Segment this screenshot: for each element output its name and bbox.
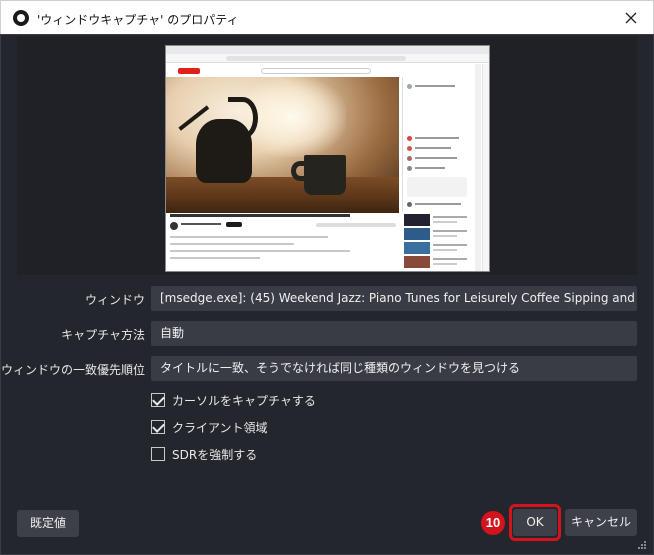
ok-button[interactable]: OK [513, 509, 557, 536]
preview-scrollbar [475, 64, 481, 271]
obs-logo-icon [13, 10, 29, 26]
preview-video-title [170, 214, 350, 217]
preview-url-field [226, 56, 406, 61]
preview-browser-sidebar [482, 64, 489, 271]
preview-action-bar [316, 223, 396, 227]
title-bar: 'ウィンドウキャプチャ' のプロパティ [0, 0, 654, 34]
preview-recommendations [402, 214, 472, 271]
step-number-badge: 10 [481, 511, 505, 535]
close-icon [625, 12, 637, 24]
preview-search-box [261, 68, 371, 74]
client-area-label: クライアント領域 [172, 420, 268, 435]
preview-panel [17, 37, 637, 275]
window-select[interactable]: [msedge.exe]: (45) Weekend Jazz: Piano T… [151, 286, 637, 311]
force-sdr-checkbox[interactable] [151, 447, 165, 461]
capture-preview [165, 45, 490, 272]
window-match-label: ウィンドウの一致優先順位 [0, 363, 145, 377]
client-area-checkbox[interactable] [151, 420, 165, 434]
close-button[interactable] [619, 6, 643, 30]
preview-youtube-logo [178, 68, 200, 74]
preview-channel-avatar [170, 222, 178, 230]
preview-channel-name [181, 223, 221, 225]
preview-kettle-handle [228, 97, 258, 139]
window-match-select[interactable]: タイトルに一致、そうでなければ同じ種類のウィンドウを見つける [151, 356, 637, 381]
preview-browser-tabs [166, 46, 489, 54]
defaults-button[interactable]: 既定値 [17, 510, 79, 537]
properties-dialog: ウィンドウ [msedge.exe]: (45) Weekend Jazz: P… [0, 34, 654, 555]
window-title: 'ウィンドウキャプチャ' のプロパティ [37, 13, 239, 27]
force-sdr-label: SDRを強制する [172, 447, 258, 462]
cancel-button[interactable]: キャンセル [565, 509, 637, 536]
capture-method-label: キャプチャ方法 [61, 328, 145, 342]
preview-mug [304, 155, 346, 195]
capture-cursor-checkbox[interactable] [151, 393, 165, 407]
preview-table [166, 177, 399, 213]
preview-video-frame [166, 77, 399, 213]
preview-live-chat [402, 77, 472, 212]
capture-method-select[interactable]: 自動 [151, 321, 637, 346]
preview-description [170, 236, 395, 270]
preview-subscribe-button [226, 222, 242, 227]
resize-grip-icon[interactable] [637, 540, 647, 550]
client-area-option[interactable]: クライアント領域 [151, 418, 268, 436]
capture-cursor-option[interactable]: カーソルをキャプチャする [151, 391, 316, 409]
capture-cursor-label: カーソルをキャプチャする [172, 393, 316, 408]
force-sdr-option[interactable]: SDRを強制する [151, 445, 257, 463]
window-label: ウィンドウ [84, 293, 145, 307]
